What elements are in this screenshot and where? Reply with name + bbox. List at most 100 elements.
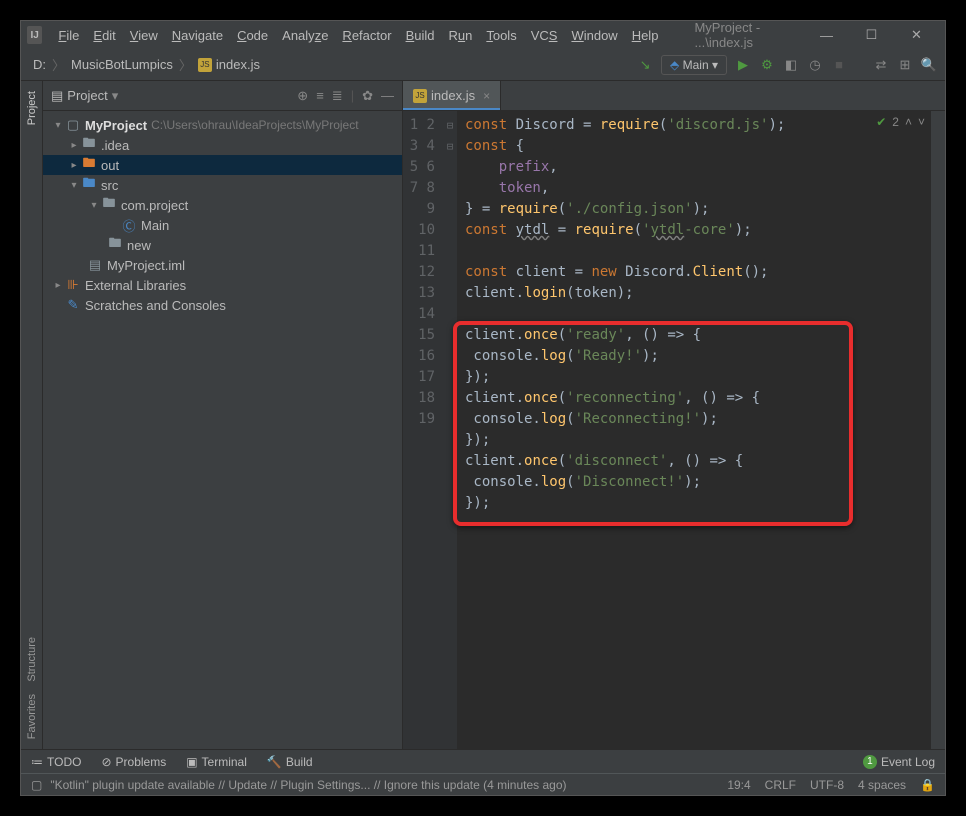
left-tool-strip: Project Structure Favorites [21,81,43,749]
tree-item-libraries[interactable]: ▸ ⊪ External Libraries [43,275,402,295]
settings-icon[interactable]: ✿ [362,88,373,104]
cursor-position[interactable]: 19:4 [727,778,750,792]
chevron-right-icon: 〉 [177,55,194,74]
tree-item-package[interactable]: ▾ 🖿 com.project [43,195,402,215]
stop-button[interactable]: ■ [831,57,847,73]
expand-icon[interactable]: ▸ [51,280,65,291]
tree-item-scratches[interactable]: ✎ Scratches and Consoles [43,295,402,315]
folder-icon: 🖿 [81,134,97,156]
titlebar: IJ File Edit View Navigate Code Analyze … [21,21,945,49]
build-hammer-icon[interactable]: ↘ [637,57,653,73]
file-icon: ▤ [87,257,103,273]
expand-icon[interactable]: ▸ [67,140,81,151]
tree-item-new[interactable]: 🖿 new [43,235,402,255]
menu-window[interactable]: Window [565,25,623,46]
run-config-selector[interactable]: ⬘ Main ▾ [661,55,727,75]
tree-item-src[interactable]: ▾ 🖿 src [43,175,402,195]
expand-icon[interactable]: ▾ [67,180,81,191]
warning-icon: ⊘ [101,755,111,769]
expand-icon[interactable]: ▾ [87,200,101,211]
chevron-down-icon[interactable]: ˅ [918,115,925,129]
debug-button[interactable]: ⚙ [759,57,775,73]
app-logo-icon: IJ [27,26,42,44]
scratches-icon: ✎ [65,297,81,313]
menu-analyze[interactable]: Analyze [276,25,334,46]
terminal-icon: ▣ [186,755,197,769]
tree-item-main[interactable]: Ⓒ Main [43,215,402,235]
minimize-button[interactable]: — [804,21,849,49]
folder-icon: 🖿 [81,174,97,196]
search-button[interactable]: 🔍 [921,57,937,73]
tree-item-out[interactable]: ▸ 🖿 out [43,155,402,175]
git-button[interactable]: ⇄ [873,57,889,73]
run-button[interactable]: ▶ [735,57,751,73]
menu-help[interactable]: Help [626,25,665,46]
collapse-all-icon[interactable]: ≣ [332,88,343,104]
class-icon: Ⓒ [121,216,137,235]
indent-settings[interactable]: 4 spaces [858,778,906,792]
event-log-button[interactable]: Event Log [881,755,935,769]
folder-icon: 🖿 [107,234,123,256]
inspection-widget[interactable]: ✔ 2 ˄ ˅ [876,115,925,129]
breadcrumb-file[interactable]: JSindex.js [194,57,264,73]
tree-item-iml[interactable]: ▤ MyProject.iml [43,255,402,275]
fold-gutter[interactable]: ⊟ ⊟ [443,111,457,749]
build-tool-button[interactable]: 🔨Build [267,755,313,769]
tool-window-toggle-icon[interactable]: ▢ [31,778,42,792]
breadcrumb-drive[interactable]: D: [29,57,50,72]
chevron-right-icon: 〉 [50,55,67,74]
menu-edit[interactable]: Edit [87,25,121,46]
structure-tool-button[interactable]: Structure [26,633,38,686]
terminal-tool-button[interactable]: ▣Terminal [186,755,247,769]
editor-scrollbar[interactable] [931,111,945,749]
project-panel-title[interactable]: Project [67,88,107,103]
expand-icon[interactable]: ▸ [67,160,81,171]
menu-view[interactable]: View [124,25,164,46]
js-file-icon: JS [413,89,427,103]
maximize-button[interactable]: ☐ [849,21,894,49]
locate-icon[interactable]: ⊕ [297,88,308,104]
tree-root[interactable]: ▾ ▢ MyProject C:\Users\ohrau\IdeaProject… [43,115,402,135]
favorites-tool-button[interactable]: Favorites [26,690,38,743]
menu-refactor[interactable]: Refactor [336,25,397,46]
problems-tool-button[interactable]: ⊘Problems [101,755,166,769]
status-message[interactable]: "Kotlin" plugin update available // Upda… [50,778,566,792]
close-button[interactable]: ✕ [894,21,939,49]
js-file-icon: JS [198,58,212,72]
hide-icon[interactable]: — [381,88,394,104]
code-editor[interactable]: const Discord = require('discord.js'); c… [457,111,931,749]
dropdown-icon[interactable]: ▾ [112,88,119,104]
menu-tools[interactable]: Tools [480,25,522,46]
tree-item-idea[interactable]: ▸ 🖿 .idea [43,135,402,155]
coverage-button[interactable]: ◧ [783,57,799,73]
breadcrumb-folder[interactable]: MusicBotLumpics [67,57,177,72]
menu-run[interactable]: Run [442,25,478,46]
expand-all-icon[interactable]: ≡ [316,88,324,104]
menu-vcs[interactable]: VCS [525,25,564,46]
project-panel: ▤ Project ▾ ⊕ ≡ ≣ | ✿ — ▾ ▢ MyProject [43,81,403,749]
tab-index-js[interactable]: JS index.js × [403,81,501,110]
menu-navigate[interactable]: Navigate [166,25,229,46]
close-icon[interactable]: × [483,89,490,103]
hammer-icon: 🔨 [267,755,282,769]
menu-build[interactable]: Build [400,25,441,46]
line-separator[interactable]: CRLF [765,778,796,792]
list-icon: ≔ [31,755,43,769]
menu-file[interactable]: File [52,25,85,46]
search-everywhere-button[interactable]: ⊞ [897,57,913,73]
project-panel-header: ▤ Project ▾ ⊕ ≡ ≣ | ✿ — [43,81,402,111]
main-menu: File Edit View Navigate Code Analyze Ref… [52,25,664,46]
profile-button[interactable]: ◷ [807,57,823,73]
expand-icon[interactable]: ▾ [51,120,65,131]
editor-area: JS index.js × 1 2 3 4 5 6 7 8 9 10 11 12… [403,81,945,749]
project-tree: ▾ ▢ MyProject C:\Users\ohrau\IdeaProject… [43,111,402,319]
lock-icon[interactable]: 🔒 [920,778,935,792]
chevron-up-icon[interactable]: ˄ [905,115,912,129]
notification-badge: 1 [863,755,877,769]
menu-code[interactable]: Code [231,25,274,46]
statusbar: ▢ "Kotlin" plugin update available // Up… [21,773,945,795]
todo-tool-button[interactable]: ≔TODO [31,755,81,769]
file-encoding[interactable]: UTF-8 [810,778,844,792]
project-tool-button[interactable]: Project [26,87,38,129]
navbar: D: 〉 MusicBotLumpics 〉 JSindex.js ↘ ⬘ Ma… [21,49,945,81]
